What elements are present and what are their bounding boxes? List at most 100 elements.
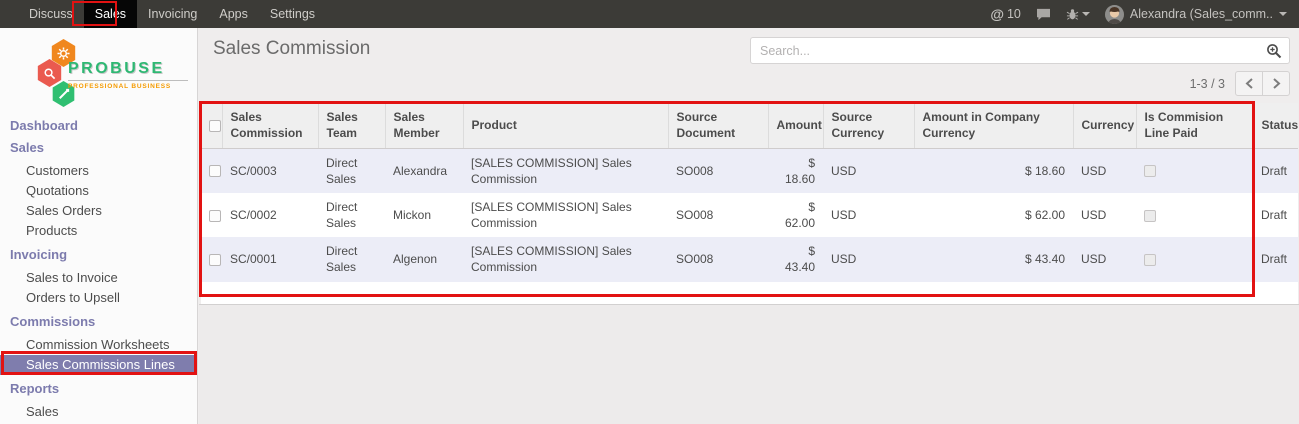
mention-count: 10: [1007, 7, 1021, 21]
nav-sales[interactable]: Sales: [84, 0, 137, 28]
cell-product[interactable]: [SALES COMMISSION] Sales Commission: [463, 148, 668, 193]
user-menu[interactable]: Alexandra (Sales_comm..: [1105, 5, 1287, 24]
sidebar-heading-invoicing[interactable]: Invoicing: [0, 247, 197, 263]
search-icon[interactable]: [1266, 43, 1282, 59]
cell-amount-company-currency[interactable]: $ 62.00: [914, 193, 1073, 237]
cell-sales-commission[interactable]: SC/0001: [222, 237, 318, 281]
sidebar-item-sales-commissions-lines[interactable]: Sales Commissions Lines: [0, 355, 197, 375]
sidebar-heading-commissions[interactable]: Commissions: [0, 314, 197, 330]
content-footer-area: [199, 304, 1299, 424]
cell-sales-team[interactable]: Direct Sales: [318, 148, 385, 193]
col-amount[interactable]: Amount: [768, 103, 823, 148]
sidebar-item-sales[interactable]: Sales: [0, 402, 197, 422]
cell-status[interactable]: Draft: [1253, 148, 1298, 193]
nav-settings[interactable]: Settings: [259, 0, 326, 28]
cell-source-currency[interactable]: USD: [823, 148, 914, 193]
nav-invoicing[interactable]: Invoicing: [137, 0, 208, 28]
col-currency[interactable]: Currency: [1073, 103, 1136, 148]
commission-table: Sales Commission Sales Team Sales Member…: [201, 103, 1298, 308]
mentions-counter[interactable]: @ 10: [990, 6, 1021, 22]
cell-product[interactable]: [SALES COMMISSION] Sales Commission: [463, 237, 668, 281]
cell-source-currency[interactable]: USD: [823, 193, 914, 237]
pager-next-button[interactable]: [1262, 71, 1290, 96]
cell-amount-company-currency[interactable]: $ 18.60: [914, 148, 1073, 193]
cell-sales-commission[interactable]: SC/0002: [222, 193, 318, 237]
sidebar-item-sales-to-invoice[interactable]: Sales to Invoice: [0, 268, 197, 288]
sidebar: PROBUSE PROFESSIONAL BUSINESS Dashboard S…: [0, 28, 198, 424]
cell-currency[interactable]: USD: [1073, 237, 1136, 281]
cell-sales-member[interactable]: Alexandra: [385, 148, 463, 193]
cell-source-document[interactable]: SO008: [668, 148, 768, 193]
col-sales-commission[interactable]: Sales Commission: [222, 103, 318, 148]
col-status[interactable]: Status: [1253, 103, 1298, 148]
cell-source-document[interactable]: SO008: [668, 193, 768, 237]
col-source-currency[interactable]: Source Currency: [823, 103, 914, 148]
col-sales-team[interactable]: Sales Team: [318, 103, 385, 148]
cell-amount[interactable]: $ 43.40: [768, 237, 823, 281]
cell-source-document[interactable]: SO008: [668, 237, 768, 281]
cell-status[interactable]: Draft: [1253, 193, 1298, 237]
cell-is-paid-checkbox[interactable]: [1136, 148, 1253, 193]
nav-discuss[interactable]: Discuss: [18, 0, 84, 28]
sidebar-item-commission-worksheets[interactable]: Commission Worksheets: [0, 335, 197, 355]
commission-list: Sales Commission Sales Team Sales Member…: [201, 103, 1298, 308]
select-all-checkbox-header[interactable]: [201, 103, 222, 148]
sidebar-heading-reports[interactable]: Reports: [0, 381, 197, 397]
cell-amount-company-currency[interactable]: $ 43.40: [914, 237, 1073, 281]
table-row[interactable]: SC/0002Direct SalesMickon[SALES COMMISSI…: [201, 193, 1298, 237]
row-select-checkbox[interactable]: [201, 193, 222, 237]
main-content: Sales Commission 1-3 / 3: [199, 28, 1299, 424]
col-amount-company-currency[interactable]: Amount in Company Currency: [914, 103, 1073, 148]
col-product[interactable]: Product: [463, 103, 668, 148]
col-sales-member[interactable]: Sales Member: [385, 103, 463, 148]
row-select-checkbox[interactable]: [201, 237, 222, 281]
avatar: [1105, 5, 1124, 24]
messages-icon[interactable]: [1036, 8, 1051, 21]
cell-source-currency[interactable]: USD: [823, 237, 914, 281]
table-row[interactable]: SC/0001Direct SalesAlgenon[SALES COMMISS…: [201, 237, 1298, 281]
cell-sales-team[interactable]: Direct Sales: [318, 237, 385, 281]
cell-sales-commission[interactable]: SC/0003: [222, 148, 318, 193]
row-select-checkbox[interactable]: [201, 148, 222, 193]
cell-is-paid-checkbox[interactable]: [1136, 193, 1253, 237]
sidebar-item-sales-orders[interactable]: Sales Orders: [0, 201, 197, 221]
pager-range: 1-3 / 3: [1190, 77, 1225, 91]
cell-currency[interactable]: USD: [1073, 148, 1136, 193]
app-logo: PROBUSE PROFESSIONAL BUSINESS: [0, 36, 198, 116]
chevron-left-icon: [1245, 78, 1254, 89]
cell-product[interactable]: [SALES COMMISSION] Sales Commission: [463, 193, 668, 237]
brand-name: PROBUSE: [68, 60, 188, 78]
cell-amount[interactable]: $ 18.60: [768, 148, 823, 193]
cell-sales-team[interactable]: Direct Sales: [318, 193, 385, 237]
table-header-row: Sales Commission Sales Team Sales Member…: [201, 103, 1298, 148]
cell-amount[interactable]: $ 62.00: [768, 193, 823, 237]
top-navbar: Discuss Sales Invoicing Apps Settings @ …: [0, 0, 1299, 28]
nav-apps[interactable]: Apps: [208, 0, 259, 28]
sidebar-item-orders-to-upsell[interactable]: Orders to Upsell: [0, 288, 197, 308]
systray: @ 10: [990, 0, 1299, 28]
brand-tagline: PROFESSIONAL BUSINESS: [68, 80, 188, 90]
magnifier-icon: [43, 67, 56, 80]
cell-sales-member[interactable]: Algenon: [385, 237, 463, 281]
cell-currency[interactable]: USD: [1073, 193, 1136, 237]
cell-status[interactable]: Draft: [1253, 237, 1298, 281]
debug-caret-icon: [1082, 12, 1090, 16]
table-row[interactable]: SC/0003Direct SalesAlexandra[SALES COMMI…: [201, 148, 1298, 193]
col-source-document[interactable]: Source Document: [668, 103, 768, 148]
sidebar-item-products[interactable]: Products: [0, 221, 197, 241]
search-box: [750, 37, 1290, 64]
cell-is-paid-checkbox[interactable]: [1136, 237, 1253, 281]
sidebar-menu: DashboardSalesCustomersQuotationsSales O…: [0, 118, 197, 422]
cell-sales-member[interactable]: Mickon: [385, 193, 463, 237]
debug-bug-icon[interactable]: [1066, 8, 1090, 21]
sidebar-item-customers[interactable]: Customers: [0, 161, 197, 181]
pager-previous-button[interactable]: [1235, 71, 1263, 96]
search-input[interactable]: [751, 38, 1289, 63]
sidebar-item-quotations[interactable]: Quotations: [0, 181, 197, 201]
gear-icon: [57, 47, 70, 60]
user-name: Alexandra (Sales_comm..: [1130, 7, 1273, 21]
sidebar-heading-dashboard[interactable]: Dashboard: [0, 118, 197, 134]
at-icon: @: [990, 6, 1004, 22]
sidebar-heading-sales[interactable]: Sales: [0, 140, 197, 156]
col-is-commission-line-paid[interactable]: Is Commision Line Paid: [1136, 103, 1253, 148]
